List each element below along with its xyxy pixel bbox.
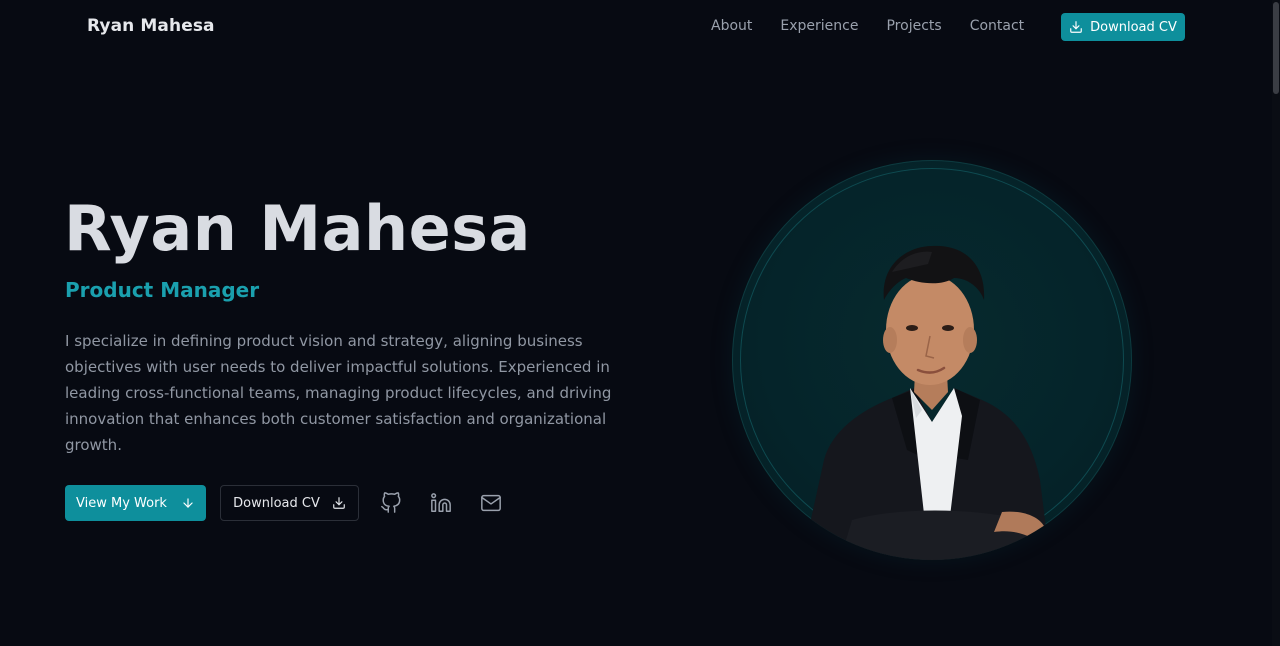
linkedin-link[interactable] [427, 489, 455, 517]
navbar: Ryan Mahesa About Experience Projects Co… [0, 0, 1272, 54]
profile-photo [802, 245, 1050, 560]
nav-link-projects[interactable]: Projects [886, 18, 941, 34]
github-icon [381, 492, 401, 513]
github-link[interactable] [377, 489, 405, 517]
email-link[interactable] [477, 489, 505, 517]
profile-portrait [732, 160, 1132, 560]
nav-link-experience[interactable]: Experience [780, 18, 858, 34]
view-my-work-label: View My Work [76, 495, 167, 511]
nav-link-about[interactable]: About [711, 18, 752, 34]
download-icon [1070, 21, 1082, 33]
hero-name: Ryan Mahesa [64, 192, 531, 265]
download-cv-label: Download CV [233, 495, 320, 511]
download-icon [333, 497, 345, 509]
linkedin-icon [431, 493, 451, 512]
nav-link-contact[interactable]: Contact [970, 18, 1024, 34]
arrow-down-icon [183, 498, 193, 508]
brand-logo[interactable]: Ryan Mahesa [87, 16, 215, 36]
hero-actions: View My Work Download CV [65, 485, 505, 521]
download-cv-button[interactable]: Download CV [220, 485, 359, 521]
view-my-work-button[interactable]: View My Work [65, 485, 206, 521]
page-scrollbar[interactable] [1272, 0, 1280, 646]
hero-role: Product Manager [65, 278, 260, 302]
mail-icon [481, 494, 501, 512]
scrollbar-thumb[interactable] [1273, 2, 1279, 94]
nav-download-cv-button[interactable]: Download CV [1061, 13, 1185, 41]
nav-links: About Experience Projects Contact [711, 18, 1024, 34]
nav-download-cv-label: Download CV [1090, 19, 1177, 35]
hero-description: I specialize in defining product vision … [65, 332, 612, 454]
